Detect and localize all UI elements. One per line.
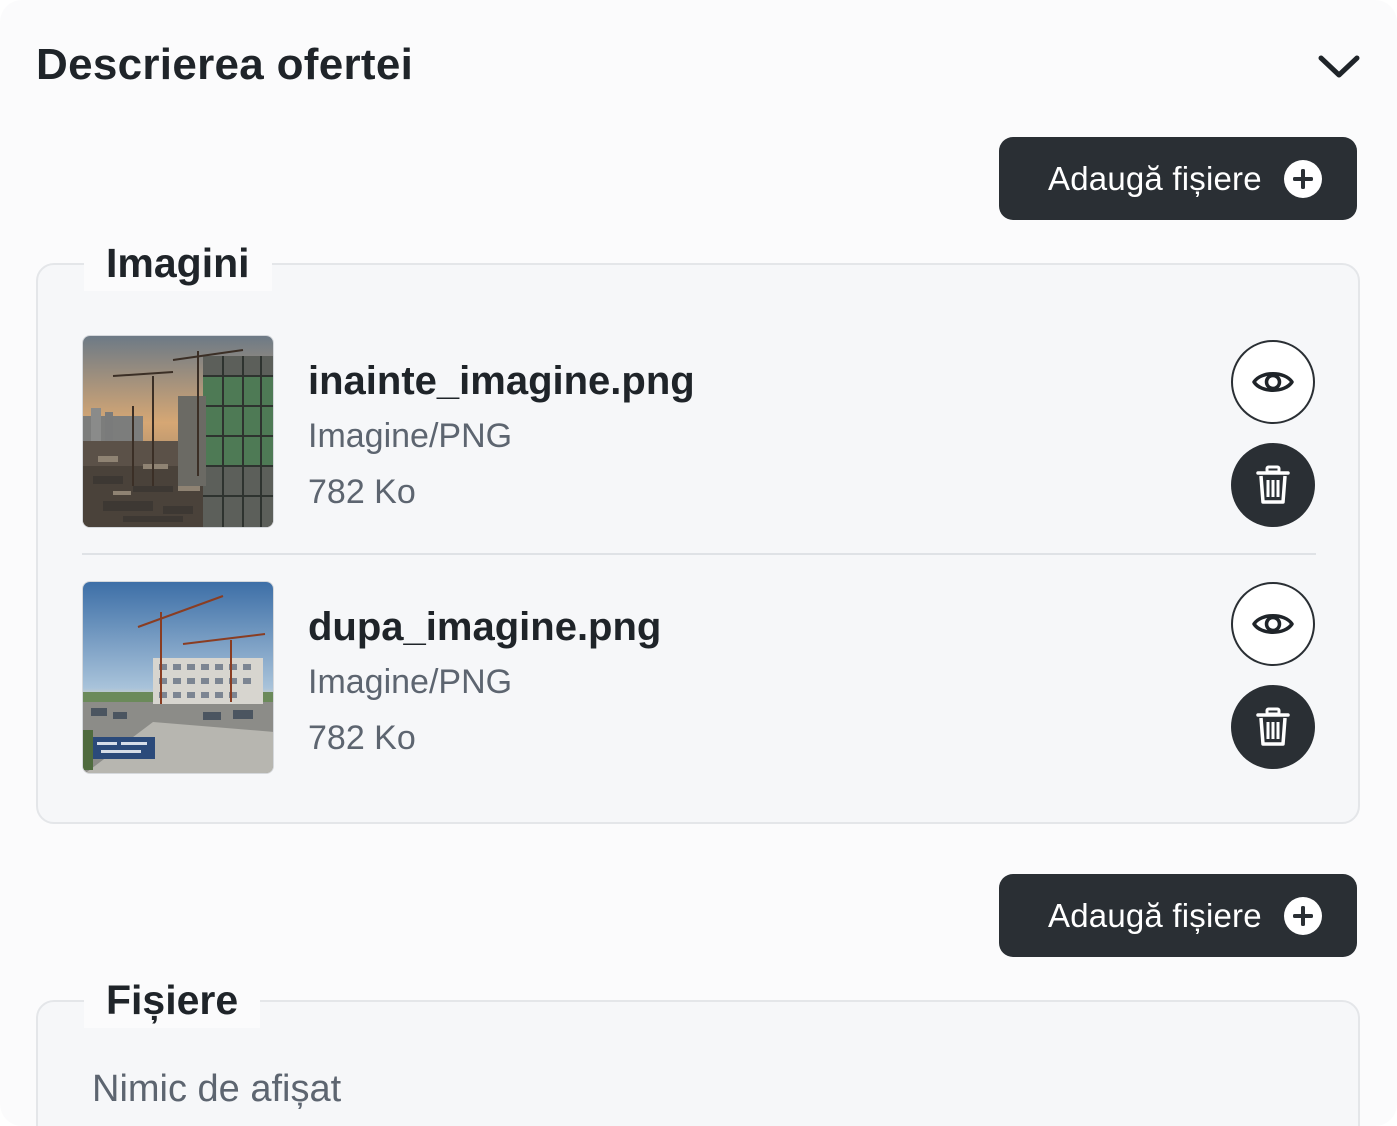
images-group: Imagini inainte_imagine.png Imagine/PNG … <box>36 235 1360 824</box>
image-thumbnail[interactable] <box>82 335 274 528</box>
trash-icon <box>1256 707 1290 746</box>
add-images-button[interactable]: Adaugă fișiere <box>999 137 1357 220</box>
files-group: Fișiere Nimic de afișat <box>36 972 1360 1126</box>
plus-circle-icon <box>1284 897 1322 935</box>
offer-description-panel: Descrierea ofertei Adaugă fișiere Imagin… <box>0 0 1397 1126</box>
image-thumbnail[interactable] <box>82 581 274 774</box>
view-image-button[interactable] <box>1231 340 1315 424</box>
image-row: inainte_imagine.png Imagine/PNG 782 Ko <box>82 335 1316 531</box>
add-files-button-label: Adaugă fișiere <box>1048 896 1262 934</box>
chevron-down-icon[interactable] <box>1317 50 1361 82</box>
plus-circle-icon <box>1284 160 1322 198</box>
images-legend: Imagini <box>84 235 272 291</box>
eye-icon <box>1252 372 1294 392</box>
image-file-type: Imagine/PNG <box>308 663 513 701</box>
image-file-name: inainte_imagine.png <box>308 359 695 403</box>
eye-icon <box>1252 614 1294 634</box>
image-file-type: Imagine/PNG <box>308 417 513 455</box>
add-files-button[interactable]: Adaugă fișiere <box>999 874 1357 957</box>
delete-image-button[interactable] <box>1231 443 1315 527</box>
row-divider <box>82 553 1316 555</box>
add-images-button-label: Adaugă fișiere <box>1048 159 1262 197</box>
empty-state-text: Nimic de afișat <box>92 1068 342 1110</box>
image-file-name: dupa_imagine.png <box>308 605 662 649</box>
files-legend: Fișiere <box>84 972 261 1028</box>
image-row: dupa_imagine.png Imagine/PNG 782 Ko <box>82 581 1316 777</box>
delete-image-button[interactable] <box>1231 685 1315 769</box>
section-title: Descrierea ofertei <box>36 40 414 89</box>
view-image-button[interactable] <box>1231 582 1315 666</box>
image-file-size: 782 Ko <box>308 473 416 511</box>
trash-icon <box>1256 465 1290 504</box>
section-header[interactable]: Descrierea ofertei <box>36 36 1361 96</box>
image-file-size: 782 Ko <box>308 719 416 757</box>
